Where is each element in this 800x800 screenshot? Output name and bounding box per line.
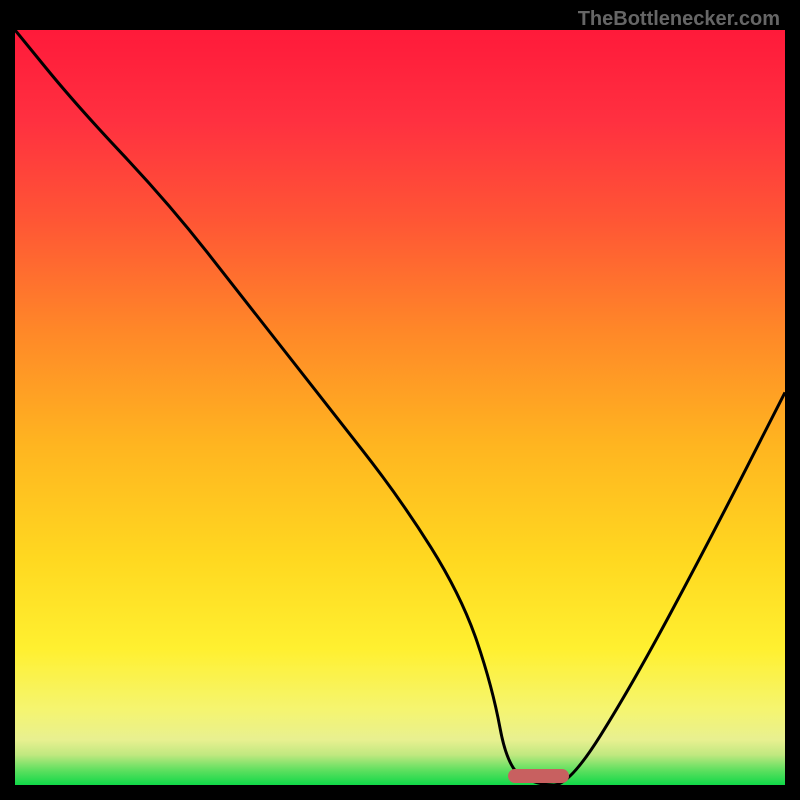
bottleneck-curve [15,30,785,785]
watermark-text: TheBottlenecker.com [578,8,780,31]
chart-container [15,30,785,785]
optimal-marker [508,769,570,783]
